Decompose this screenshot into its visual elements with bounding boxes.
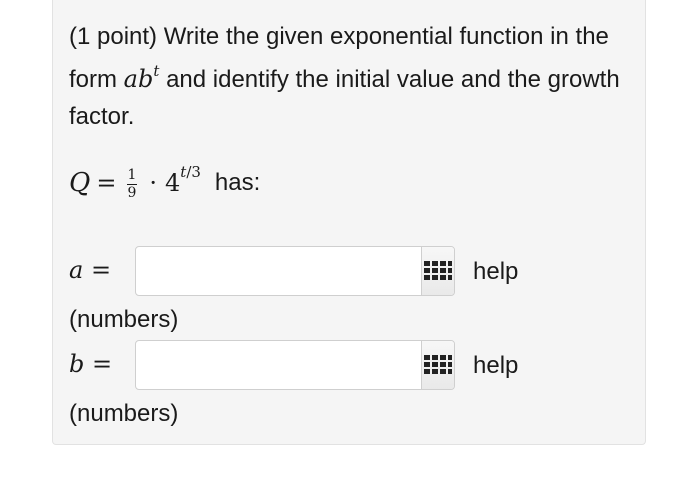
answer-b-help-link[interactable]: help [473, 352, 518, 380]
fraction-denominator: 9 [127, 185, 137, 201]
answer-b-tool-button[interactable] [421, 341, 454, 389]
answer-b-box [135, 340, 455, 390]
problem-prompt: (1 point) Write the given exponential fu… [69, 18, 629, 135]
equation-equals: = [96, 168, 117, 197]
form-expression: abt [123, 62, 160, 93]
answer-b-input[interactable] [136, 341, 421, 389]
grid-icon [424, 261, 452, 280]
answer-a-label: a = [69, 256, 112, 284]
grid-icon [424, 355, 452, 374]
answer-a-box [135, 246, 455, 296]
equation-dot: · [149, 168, 157, 197]
equation-has-label: has: [214, 168, 261, 196]
answer-a-tool-button[interactable] [421, 247, 454, 295]
answer-b-type-hint: (numbers) [69, 400, 179, 427]
problem-card: (1 point) Write the given exponential fu… [52, 0, 646, 445]
function-equation: Q = 1 9 · 4 t/3 has: [69, 162, 261, 201]
answer-a-help-link[interactable]: help [473, 258, 518, 286]
answer-a-type-hint: (numbers) [69, 306, 179, 333]
answer-a-input[interactable] [136, 247, 421, 295]
equation-exponent: t/3 [180, 162, 201, 181]
equation-variable: Q [69, 167, 91, 198]
answer-b-label: b = [69, 350, 113, 378]
fraction-numerator: 1 [127, 167, 137, 183]
equation-fraction: 1 9 [126, 168, 137, 201]
equation-base: 4 [165, 168, 181, 197]
